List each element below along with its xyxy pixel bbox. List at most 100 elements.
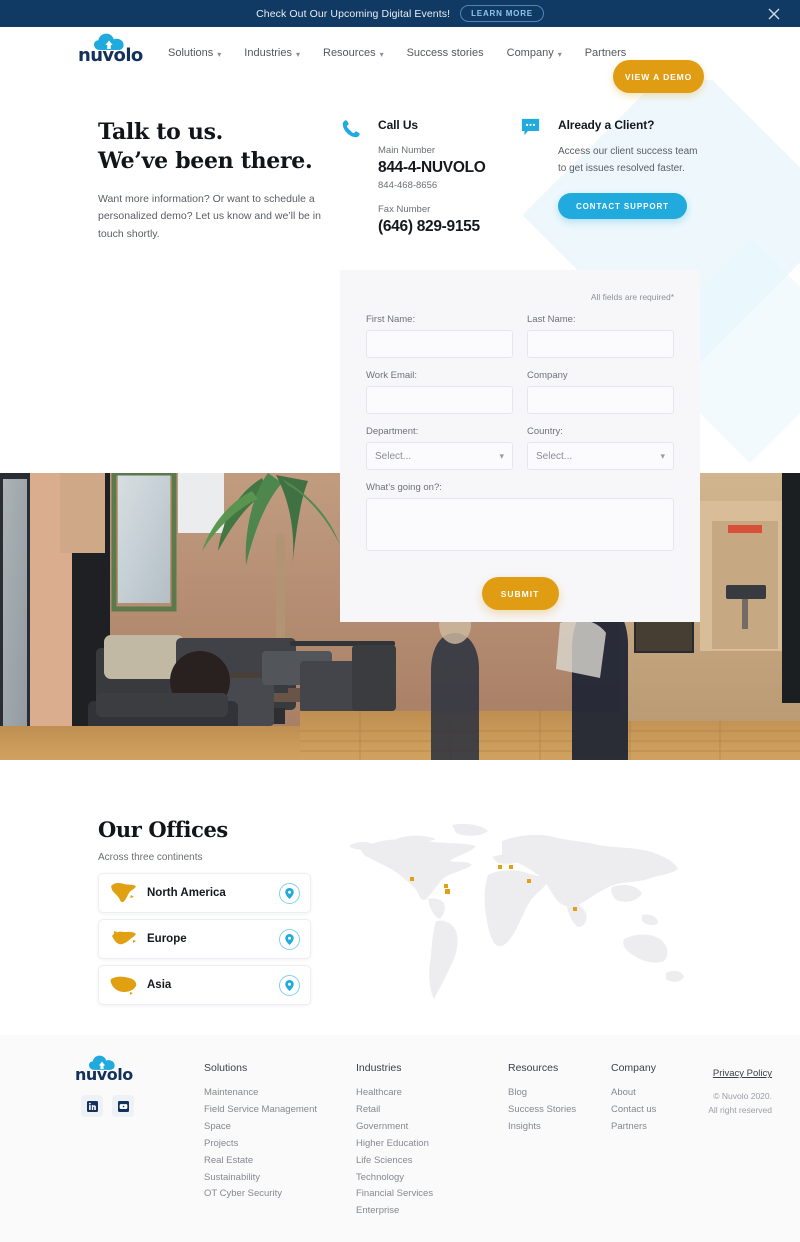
nav-item-company[interactable]: Company ▾: [507, 47, 562, 59]
map-pin-icon[interactable]: [279, 974, 300, 996]
footer-link[interactable]: Blog: [508, 1085, 611, 1102]
hero-paragraph: Want more information? Or want to schedu…: [98, 193, 321, 240]
footer-link[interactable]: Financial Services: [356, 1186, 508, 1203]
office-card-asia[interactable]: Asia: [98, 965, 311, 1005]
hero-title-line-2: We’ve been there.: [98, 148, 313, 175]
chevron-down-icon: ▾: [379, 49, 384, 59]
contact-support-button[interactable]: CONTACT SUPPORT: [558, 193, 687, 219]
offices-list: North America Europe Asia: [98, 873, 311, 1011]
footer-link[interactable]: Field Service Management: [204, 1102, 356, 1119]
office-name: North America: [147, 887, 226, 899]
footer-link[interactable]: Higher Education: [356, 1136, 508, 1153]
nav-label: Resources: [323, 47, 376, 59]
submit-row: SUBMIT: [366, 577, 674, 610]
nav-label: Industries: [244, 47, 292, 59]
view-a-demo-button[interactable]: VIEW A DEMO: [613, 60, 704, 93]
learn-more-button[interactable]: LEARN MORE: [460, 5, 544, 22]
world-map: [350, 823, 684, 999]
map-pin-icon[interactable]: [279, 928, 300, 950]
contact-form: All fields are required* First Name: Las…: [340, 270, 700, 622]
footer-link-columns: Solutions Maintenance Field Service Mana…: [204, 1062, 714, 1220]
country-select[interactable]: Select... ▾: [527, 442, 674, 470]
footer-link[interactable]: Technology: [356, 1170, 508, 1187]
map-dot: [509, 865, 513, 869]
youtube-icon[interactable]: [112, 1095, 134, 1117]
main-number-value[interactable]: 844-4-NUVOLO: [378, 159, 500, 177]
required-fields-note: All fields are required*: [590, 292, 674, 302]
footer-link[interactable]: Life Sciences: [356, 1153, 508, 1170]
logo-wordmark: nuvolo: [78, 45, 143, 66]
client-title: Already a Client?: [558, 118, 655, 132]
north-america-icon: [109, 881, 139, 905]
close-icon[interactable]: [766, 6, 782, 22]
footer-link[interactable]: Success Stories: [508, 1102, 611, 1119]
main-navigation: Solutions ▾ Industries ▾ Resources ▾ Suc…: [168, 27, 626, 79]
client-description: Access our client success team to get is…: [558, 146, 698, 174]
footer-link[interactable]: Sustainability: [204, 1170, 356, 1187]
form-row-name: First Name: Last Name:: [366, 314, 674, 358]
chat-bubble-icon: [520, 118, 546, 140]
work-email-input[interactable]: [366, 386, 513, 414]
last-name-input[interactable]: [527, 330, 674, 358]
map-dot: [527, 879, 531, 883]
office-name: Europe: [147, 933, 187, 945]
linkedin-icon[interactable]: [81, 1095, 103, 1117]
footer-column-title: Industries: [356, 1062, 402, 1074]
map-pin-icon[interactable]: [279, 882, 300, 904]
message-group: What’s going on?:: [366, 482, 674, 556]
main-number-alt[interactable]: 844-468-8656: [378, 180, 500, 191]
footer-column-solutions: Solutions Maintenance Field Service Mana…: [204, 1062, 356, 1220]
map-dot: [444, 884, 448, 888]
hero-text-block: Talk to us. We’ve been there. Want more …: [98, 118, 328, 243]
footer-link[interactable]: Projects: [204, 1136, 356, 1153]
nav-label: Company: [506, 47, 554, 59]
map-dot: [410, 877, 414, 881]
footer-logo[interactable]: nuvolo: [75, 1055, 133, 1083]
map-dot: [498, 865, 502, 869]
footer-link[interactable]: Healthcare: [356, 1085, 508, 1102]
last-name-group: Last Name:: [527, 314, 674, 358]
nav-item-solutions[interactable]: Solutions ▾: [168, 47, 221, 59]
first-name-label: First Name:: [366, 314, 416, 325]
fax-number-value: (646) 829-9155: [378, 218, 480, 235]
chevron-down-icon: ▾: [217, 49, 222, 59]
submit-button[interactable]: SUBMIT: [481, 577, 559, 610]
footer-link[interactable]: Government: [356, 1119, 508, 1136]
office-card-europe[interactable]: Europe: [98, 919, 311, 959]
chevron-down-icon: ▾: [295, 49, 300, 59]
map-landmasses: [350, 823, 684, 999]
footer-column-resources: Resources Blog Success Stories Insights: [508, 1062, 611, 1220]
europe-icon: [109, 927, 139, 951]
footer-link[interactable]: OT Cyber Security: [204, 1186, 356, 1203]
nav-item-resources[interactable]: Resources ▾: [323, 47, 384, 59]
copyright-line-2: All right reserved: [708, 1105, 772, 1116]
company-label: Company: [527, 370, 568, 381]
country-group: Country: Select... ▾: [527, 426, 674, 470]
company-group: Company: [527, 370, 674, 414]
message-textarea[interactable]: [366, 498, 674, 551]
footer-link[interactable]: Space: [204, 1119, 356, 1136]
office-card-north-america[interactable]: North America: [98, 873, 311, 913]
privacy-policy-link[interactable]: Privacy Policy: [713, 1068, 772, 1079]
company-input[interactable]: [527, 386, 674, 414]
nav-item-industries[interactable]: Industries ▾: [244, 47, 300, 59]
footer-link[interactable]: Retail: [356, 1102, 508, 1119]
footer-link[interactable]: Maintenance: [204, 1085, 356, 1102]
call-us-block: Call Us Main Number 844-4-NUVOLO 844-468…: [340, 118, 500, 236]
first-name-input[interactable]: [366, 330, 513, 358]
form-row-department-country: Department: Select... ▾ Country: Select.…: [366, 426, 674, 470]
footer-link[interactable]: Partners: [611, 1119, 714, 1136]
site-logo[interactable]: nuvolo: [78, 33, 143, 66]
department-select[interactable]: Select... ▾: [366, 442, 513, 470]
footer-link[interactable]: Real Estate: [204, 1153, 356, 1170]
nav-label: Success stories: [406, 47, 484, 59]
footer-link[interactable]: Enterprise: [356, 1203, 508, 1220]
department-label: Department:: [366, 426, 419, 437]
site-header: nuvolo Solutions ▾ Industries ▾ Resource…: [0, 27, 800, 93]
footer-link[interactable]: Insights: [508, 1119, 611, 1136]
our-offices-section: Our Offices Across three continents Nort…: [0, 760, 800, 1035]
nav-item-partners[interactable]: Partners: [585, 47, 627, 59]
footer-legal: Privacy Policy © Nuvolo 2020. All right …: [662, 1063, 772, 1118]
nav-item-success-stories[interactable]: Success stories: [407, 47, 484, 59]
work-email-group: Work Email:: [366, 370, 513, 414]
